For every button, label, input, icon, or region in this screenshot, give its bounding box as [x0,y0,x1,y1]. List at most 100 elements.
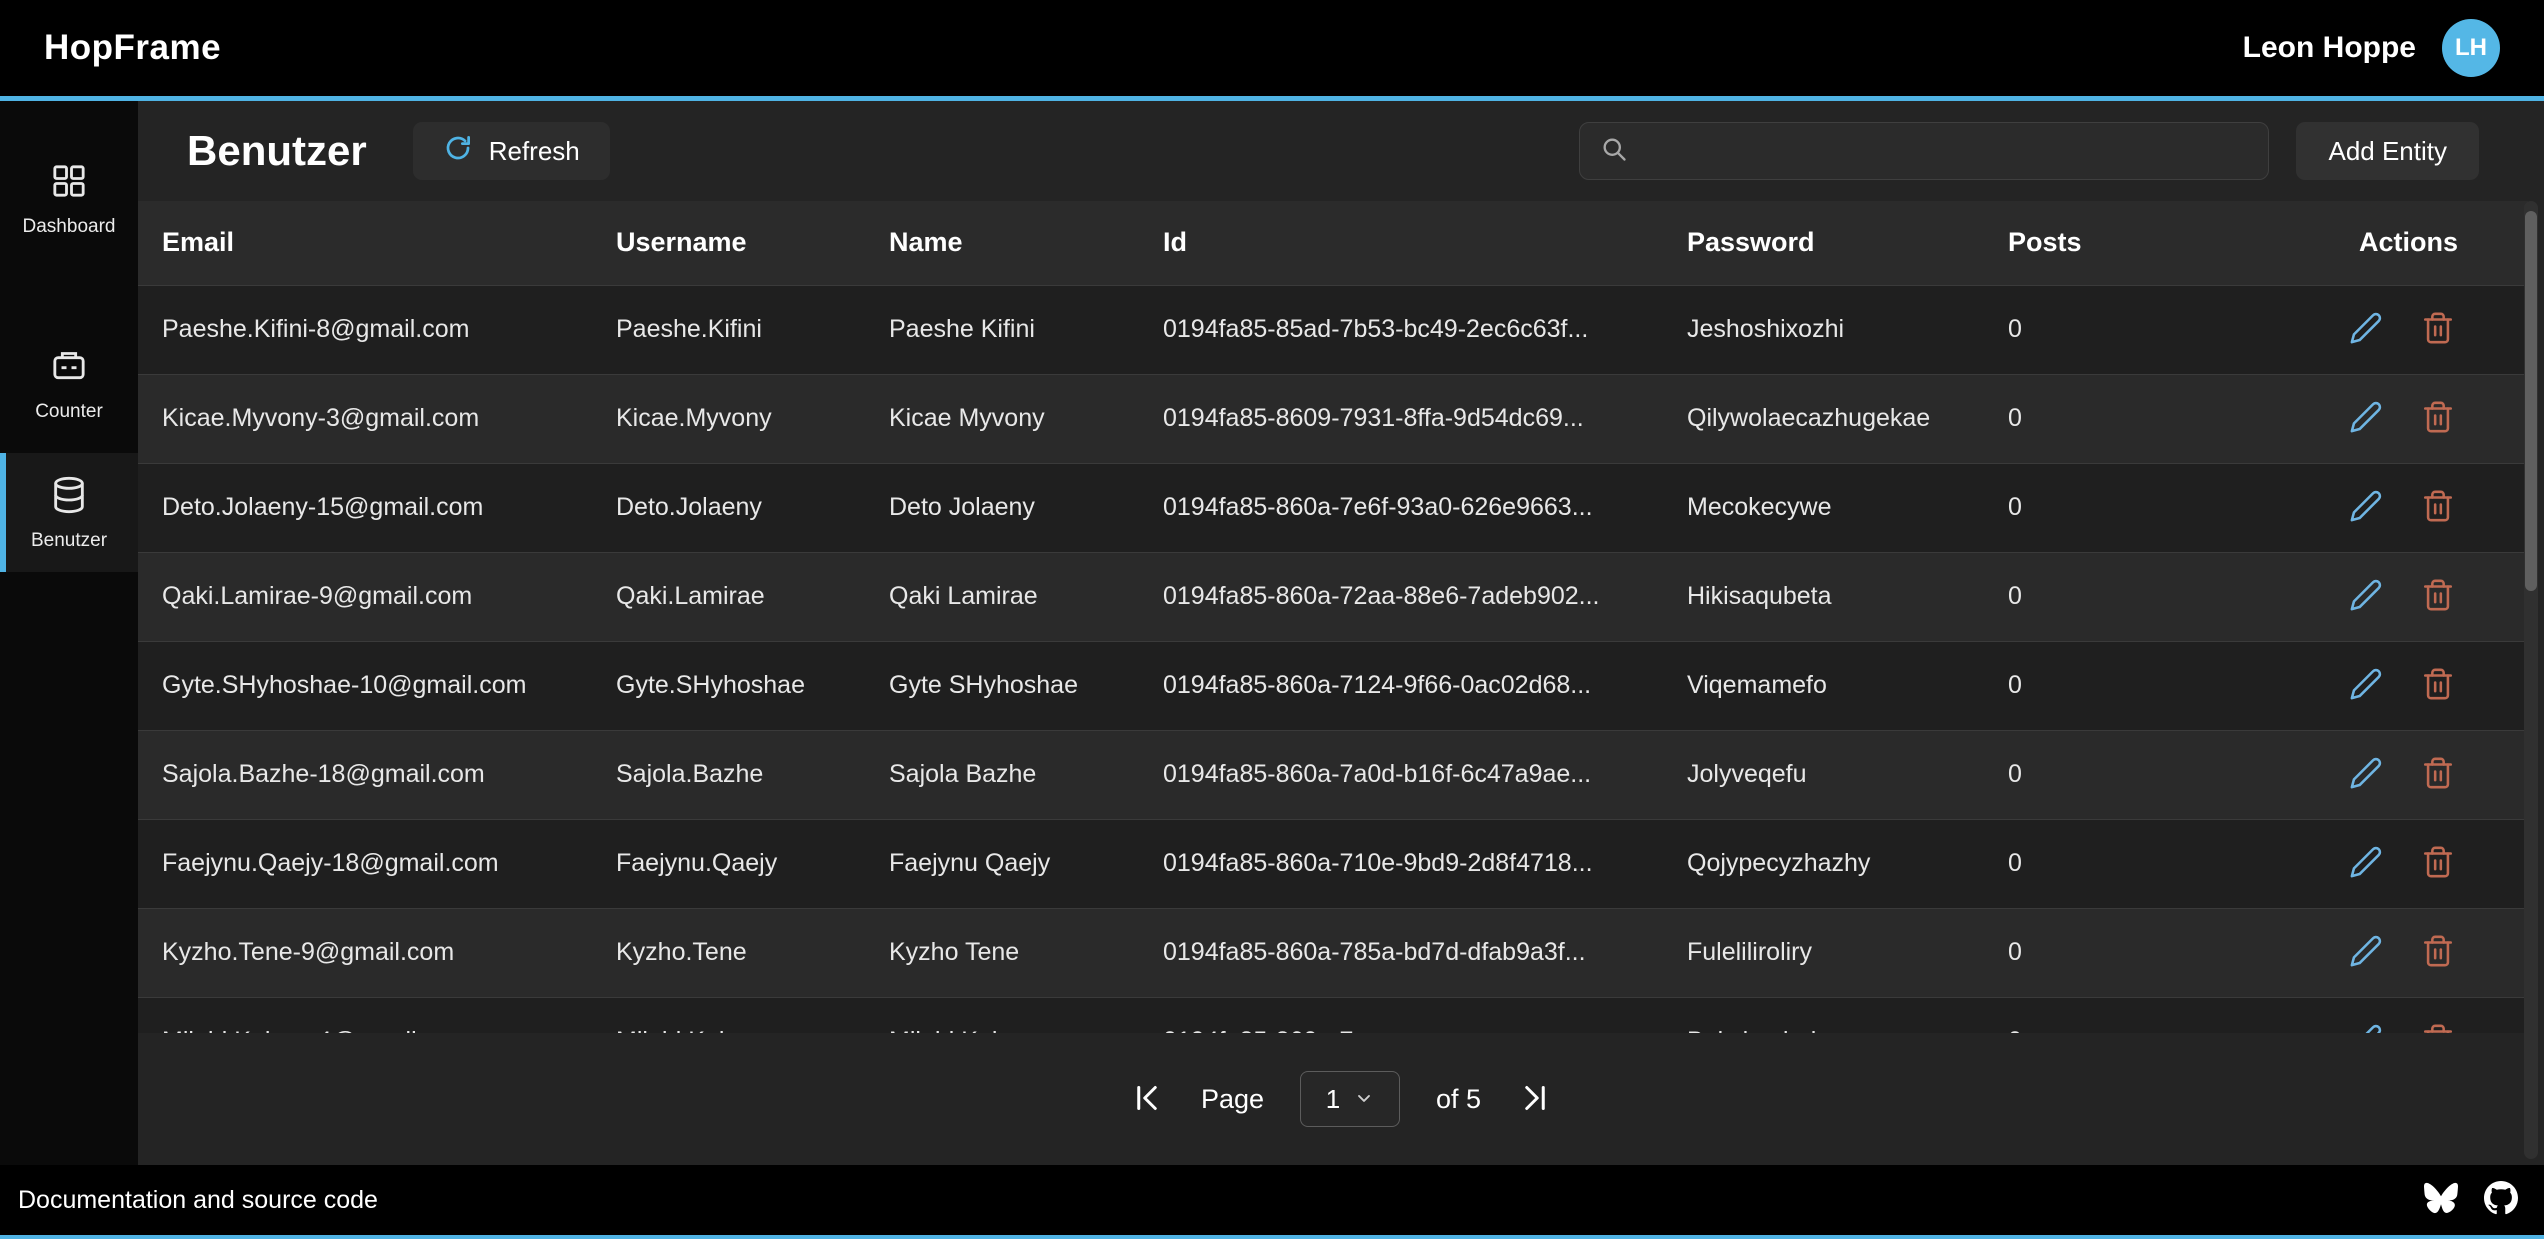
edit-row-button[interactable] [2346,399,2386,439]
last-page-button[interactable] [1517,1080,1553,1119]
table-row[interactable]: Kyzho.Tene-9@gmail.com Kyzho.Tene Kyzho … [138,908,2528,997]
cell-name: Mijehi Kalyvo [865,997,1139,1033]
search-icon [1600,135,1628,168]
sidebar-item-dashboard[interactable]: Dashboard [0,139,138,258]
trash-delete-icon [2421,756,2455,793]
delete-row-button[interactable] [2418,310,2458,350]
edit-row-button[interactable] [2346,666,2386,706]
edit-row-button[interactable] [2346,577,2386,617]
table-row[interactable]: Gyte.SHyhoshae-10@gmail.com Gyte.SHyhosh… [138,641,2528,730]
cell-id: 0194fa85-860a-785a-bd7d-dfab9a3f... [1139,908,1663,997]
body-layout: Dashboard Counter Benutzer Benutzer [0,101,2544,1165]
cell-name: Kicae Myvony [865,374,1139,463]
bluesky-link[interactable] [2424,1181,2458,1220]
delete-row-button[interactable] [2418,1022,2458,1034]
github-icon [2484,1181,2518,1220]
cell-id: 0194fa85-860a-7124-9f66-0ac02d68... [1139,641,1663,730]
cell-name: Kyzho Tene [865,908,1139,997]
user-menu[interactable]: Leon Hoppe LH [2243,19,2500,77]
cell-password: Hikisaqubeta [1663,552,1984,641]
trash-delete-icon [2421,667,2455,704]
sidebar-item-label: Counter [35,401,103,423]
cell-email: Deto.Jolaeny-15@gmail.com [138,463,592,552]
pagination-bar: Page 1 of 5 [138,1033,2544,1165]
pencil-edit-icon [2349,489,2383,526]
edit-row-button[interactable] [2346,844,2386,884]
edit-row-button[interactable] [2346,310,2386,350]
first-page-button[interactable] [1129,1080,1165,1119]
cell-email: Gyte.SHyhoshae-10@gmail.com [138,641,592,730]
user-name: Leon Hoppe [2243,31,2416,65]
cell-posts: 0 [1984,908,2284,997]
cell-id: 0194fa85-860a-7e6f-93a0-626e9663... [1139,463,1663,552]
page-total-label: of 5 [1436,1084,1481,1115]
trash-delete-icon [2421,934,2455,971]
search-box [1579,122,2269,180]
sidebar-item-label: Benutzer [31,530,107,552]
add-entity-button[interactable]: Add Entity [2296,122,2479,180]
cell-actions [2284,552,2528,641]
trash-delete-icon [2421,578,2455,615]
github-link[interactable] [2484,1181,2518,1220]
refresh-button[interactable]: Refresh [413,122,610,180]
cell-name: Gyte SHyhoshae [865,641,1139,730]
delete-row-button[interactable] [2418,933,2458,973]
cell-actions [2284,997,2528,1033]
trash-delete-icon [2421,489,2455,526]
cell-password: Mecokecywe [1663,463,1984,552]
trash-delete-icon [2421,400,2455,437]
cell-id: 0194fa85-860a-72aa-88e6-7adeb902... [1139,552,1663,641]
delete-row-button[interactable] [2418,666,2458,706]
cell-password: Bekyhoshalo [1663,997,1984,1033]
edit-row-button[interactable] [2346,933,2386,973]
cell-email: Faejynu.Qaejy-18@gmail.com [138,819,592,908]
delete-row-button[interactable] [2418,755,2458,795]
delete-row-button[interactable] [2418,577,2458,617]
table-row[interactable]: Paeshe.Kifini-8@gmail.com Paeshe.Kifini … [138,285,2528,374]
edit-row-button[interactable] [2346,755,2386,795]
cell-name: Paeshe Kifini [865,285,1139,374]
avatar[interactable]: LH [2442,19,2500,77]
pencil-edit-icon [2349,845,2383,882]
page-number-select[interactable]: 1 [1300,1071,1400,1127]
cell-posts: 0 [1984,285,2284,374]
pencil-edit-icon [2349,1023,2383,1033]
table-row[interactable]: Mijehi.Kalyvo-4@gmail.com Mijehi.Kalyvo … [138,997,2528,1033]
cell-actions [2284,285,2528,374]
table-row[interactable]: Kicae.Myvony-3@gmail.com Kicae.Myvony Ki… [138,374,2528,463]
delete-row-button[interactable] [2418,488,2458,528]
page-label: Page [1201,1084,1264,1115]
trash-delete-icon [2421,1023,2455,1033]
scrollbar-thumb[interactable] [2525,211,2537,591]
sidebar-item-label: Dashboard [23,216,116,238]
pencil-edit-icon [2349,756,2383,793]
cell-posts: 0 [1984,641,2284,730]
table-row[interactable]: Deto.Jolaeny-15@gmail.com Deto.Jolaeny D… [138,463,2528,552]
table-row[interactable]: Sajola.Bazhe-18@gmail.com Sajola.Bazhe S… [138,730,2528,819]
cell-posts: 0 [1984,730,2284,819]
table-row[interactable]: Faejynu.Qaejy-18@gmail.com Faejynu.Qaejy… [138,819,2528,908]
vertical-scrollbar[interactable] [2524,201,2538,1159]
edit-row-button[interactable] [2346,1022,2386,1034]
sidebar-item-counter[interactable]: Counter [0,324,138,443]
cell-username: Gyte.SHyhoshae [592,641,865,730]
delete-row-button[interactable] [2418,399,2458,439]
cell-actions [2284,374,2528,463]
footer-docs-link[interactable]: Documentation and source code [18,1186,378,1215]
trash-delete-icon [2421,311,2455,348]
table-row[interactable]: Qaki.Lamirae-9@gmail.com Qaki.Lamirae Qa… [138,552,2528,641]
column-header-actions: Actions [2284,201,2528,285]
column-header-name: Name [865,201,1139,285]
refresh-icon [443,133,473,170]
cell-email: Sajola.Bazhe-18@gmail.com [138,730,592,819]
search-input[interactable] [1642,123,2248,179]
cell-posts: 0 [1984,819,2284,908]
cell-password: Fuleliliroliry [1663,908,1984,997]
cell-username: Sajola.Bazhe [592,730,865,819]
cell-actions [2284,908,2528,997]
delete-row-button[interactable] [2418,844,2458,884]
pager: Page 1 of 5 [1129,1071,1553,1127]
edit-row-button[interactable] [2346,488,2386,528]
cell-actions [2284,730,2528,819]
sidebar-item-benutzer[interactable]: Benutzer [0,453,138,572]
